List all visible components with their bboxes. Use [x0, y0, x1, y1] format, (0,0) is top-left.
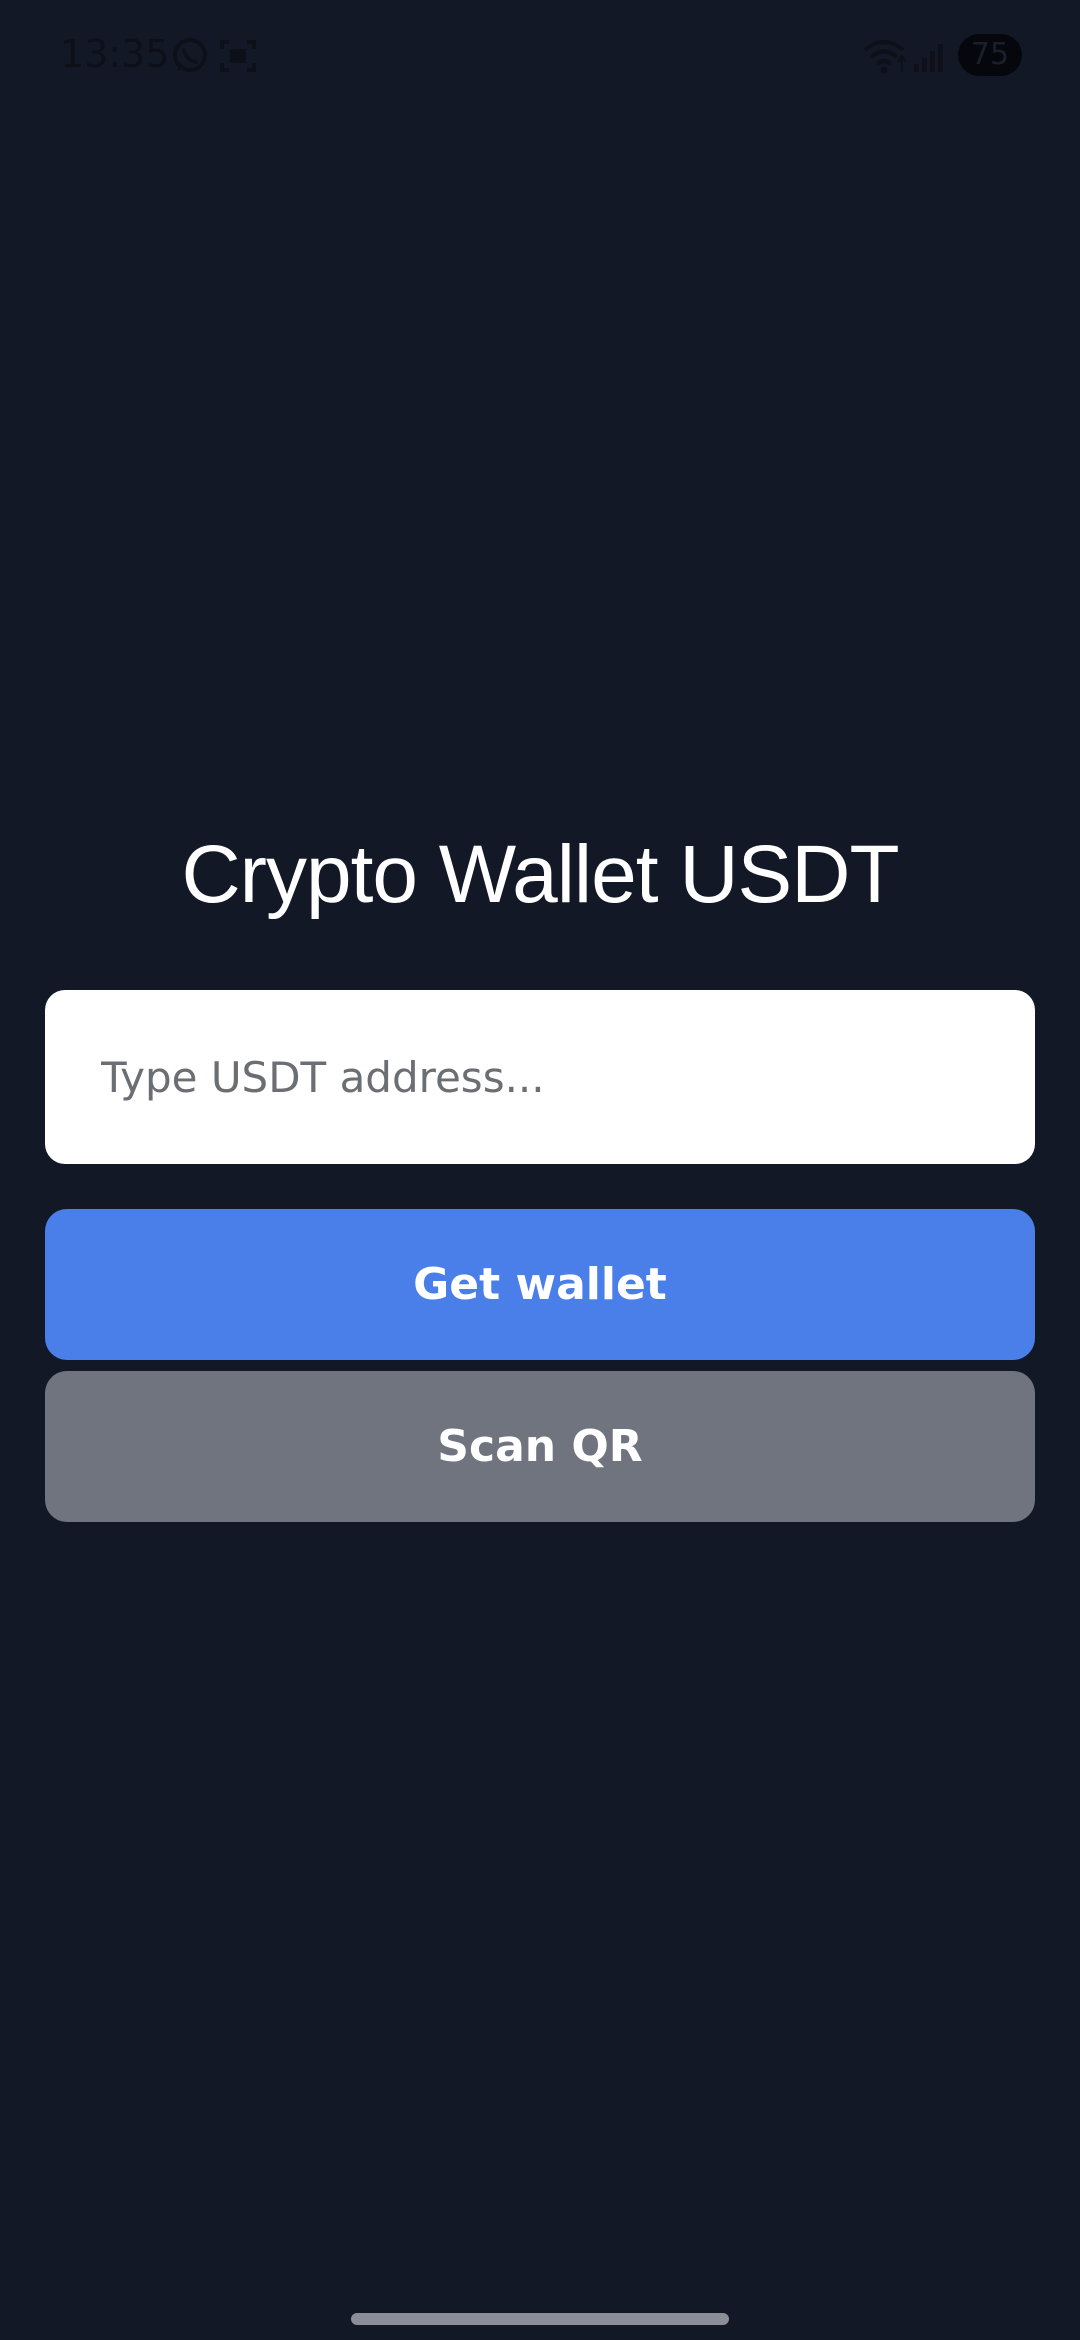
whatsapp-icon	[170, 36, 210, 76]
page-title: Crypto Wallet USDT	[181, 829, 899, 920]
scan-qr-button[interactable]: Scan QR	[45, 1371, 1035, 1522]
status-time: 13:35	[60, 32, 170, 76]
usdt-address-input[interactable]	[45, 990, 1035, 1164]
screenshot-icon	[218, 36, 258, 76]
status-bar: 13:35 75	[0, 0, 1080, 110]
home-indicator[interactable]	[351, 2313, 729, 2325]
battery-icon: 75	[958, 34, 1022, 76]
wifi-icon	[862, 36, 908, 76]
signal-icon	[912, 36, 946, 76]
get-wallet-button[interactable]: Get wallet	[45, 1209, 1035, 1360]
